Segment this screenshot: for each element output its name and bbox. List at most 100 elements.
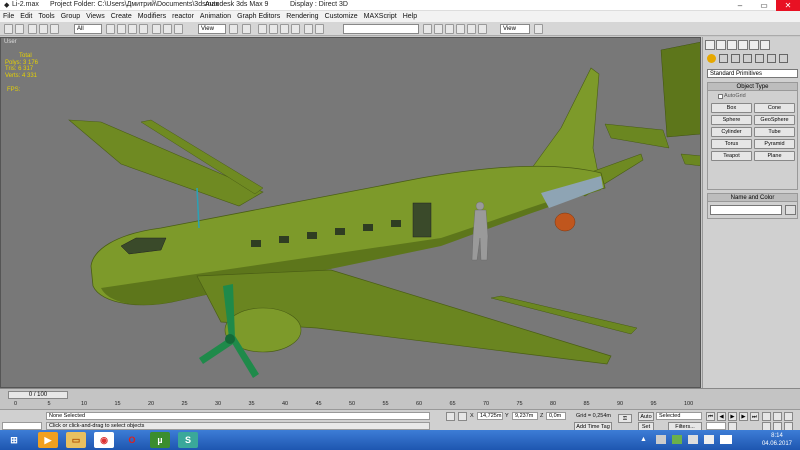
detached-tail-piece[interactable] [680,153,701,167]
align-icon[interactable] [423,24,432,34]
aircraft-model[interactable] [1,38,701,388]
perspective-viewport[interactable]: User Total Polys: 3 176 Tris: 6 317 Vert… [0,37,701,388]
menu-animation[interactable]: Animation [200,13,231,20]
select-manipulate-icon[interactable] [242,24,251,34]
menu-reactor[interactable]: reactor [172,13,194,20]
detached-rudder[interactable] [660,41,701,138]
select-move-icon[interactable] [152,24,161,34]
lock-selection-icon[interactable] [446,412,455,421]
menu-views[interactable]: Views [86,13,105,20]
autogrid-checkbox[interactable] [718,94,723,99]
tube-button[interactable]: Tube [754,127,795,137]
link-icon[interactable] [28,24,37,34]
selection-filter-dropdown[interactable]: All [74,24,102,34]
menu-rendering[interactable]: Rendering [286,13,318,20]
cylinder-button[interactable]: Cylinder [711,127,752,137]
pivot-center-icon[interactable] [229,24,238,34]
percent-snap-icon[interactable] [280,24,289,34]
layer-manager-icon[interactable] [434,24,443,34]
mirror-icon[interactable] [315,24,324,34]
chrome-icon[interactable]: ◉ [94,432,114,448]
zoom-extents-icon[interactable] [784,412,793,421]
helpers-icon[interactable] [755,54,764,63]
key-filter-dropdown[interactable]: Selected [656,412,702,420]
absolute-mode-icon[interactable] [458,412,467,421]
sphere-button[interactable]: Sphere [711,115,752,125]
zoom-all-icon[interactable] [773,412,782,421]
taskbar-clock[interactable]: 8:14 04.06.2017 [762,432,792,448]
modify-tab-icon[interactable] [716,40,726,50]
menu-create[interactable]: Create [111,13,132,20]
close-button[interactable]: ✕ [776,0,800,11]
space-warps-icon[interactable] [767,54,776,63]
shapes-icon[interactable] [719,54,728,63]
name-and-color-title[interactable]: Name and Color [708,194,797,202]
restore-button[interactable]: ▭ [752,0,776,11]
utilities-tab-icon[interactable] [760,40,770,50]
3dsmax-taskbar-icon[interactable]: S [178,432,198,448]
schematic-view-icon[interactable] [456,24,465,34]
tray-arrow-icon[interactable]: ▲ [640,436,648,444]
teapot-button[interactable]: Teapot [711,151,752,161]
motion-tab-icon[interactable] [738,40,748,50]
detached-elevator[interactable] [604,123,670,149]
tray-app-icon[interactable] [656,435,666,444]
box-button[interactable]: Box [711,103,752,113]
volume-icon[interactable] [704,435,714,444]
next-frame-icon[interactable]: ▶ [739,412,748,421]
hierarchy-tab-icon[interactable] [727,40,737,50]
geosphere-button[interactable]: GeoSphere [754,115,795,125]
redo-icon[interactable] [15,24,24,34]
orange-sphere[interactable] [554,212,576,232]
cameras-icon[interactable] [743,54,752,63]
create-tab-icon[interactable] [705,40,715,50]
render-view-dropdown[interactable]: View [500,24,530,34]
bind-space-warp-icon[interactable] [50,24,59,34]
select-object-icon[interactable] [106,24,115,34]
menu-file[interactable]: File [3,13,14,20]
reference-coordinate-dropdown[interactable]: View [198,24,226,34]
menu-graph-editors[interactable]: Graph Editors [237,13,280,20]
y-coordinate[interactable]: 9,237m [512,412,538,420]
torus-button[interactable]: Torus [711,139,752,149]
maxscript-listener[interactable] [2,422,42,430]
primitive-category-dropdown[interactable]: Standard Primitives [707,69,798,78]
start-button-icon[interactable]: ⊞ [4,432,24,448]
play-icon[interactable]: ▶ [728,412,737,421]
unlink-icon[interactable] [39,24,48,34]
key-icon[interactable]: ⚿ [618,414,632,423]
menu-group[interactable]: Group [61,13,80,20]
x-coordinate[interactable]: 14,725m [477,412,503,420]
cone-button[interactable]: Cone [754,103,795,113]
goto-start-icon[interactable]: ⏮ [706,412,715,421]
display-tab-icon[interactable] [749,40,759,50]
opera-icon[interactable]: O [122,432,142,448]
goto-end-icon[interactable]: ⏭ [750,412,759,421]
curve-editor-icon[interactable] [445,24,454,34]
object-name-input[interactable] [710,205,782,215]
battery-icon[interactable] [672,435,682,444]
edit-named-selection-icon[interactable] [304,24,313,34]
menu-edit[interactable]: Edit [20,13,32,20]
previous-frame-icon[interactable]: ◀ [717,412,726,421]
menu-maxscript[interactable]: MAXScript [364,13,397,20]
media-app-icon[interactable]: ▶ [38,432,58,448]
geometry-icon[interactable] [707,54,716,63]
menu-help[interactable]: Help [403,13,417,20]
lights-icon[interactable] [731,54,740,63]
object-color-swatch[interactable] [785,205,796,215]
pyramid-button[interactable]: Pyramid [754,139,795,149]
select-by-name-icon[interactable] [117,24,126,34]
snaps-toggle-icon[interactable] [258,24,267,34]
plane-button[interactable]: Plane [754,151,795,161]
current-frame-field[interactable] [706,422,726,430]
time-slider[interactable]: 0 / 100 [8,391,68,399]
z-coordinate[interactable]: 0,0m [546,412,566,420]
minimize-button[interactable]: – [728,0,752,11]
systems-icon[interactable] [779,54,788,63]
material-editor-icon[interactable] [467,24,476,34]
select-scale-icon[interactable] [174,24,183,34]
undo-icon[interactable] [4,24,13,34]
rectangular-selection-icon[interactable] [128,24,137,34]
auto-key-button[interactable]: Auto [638,412,654,421]
